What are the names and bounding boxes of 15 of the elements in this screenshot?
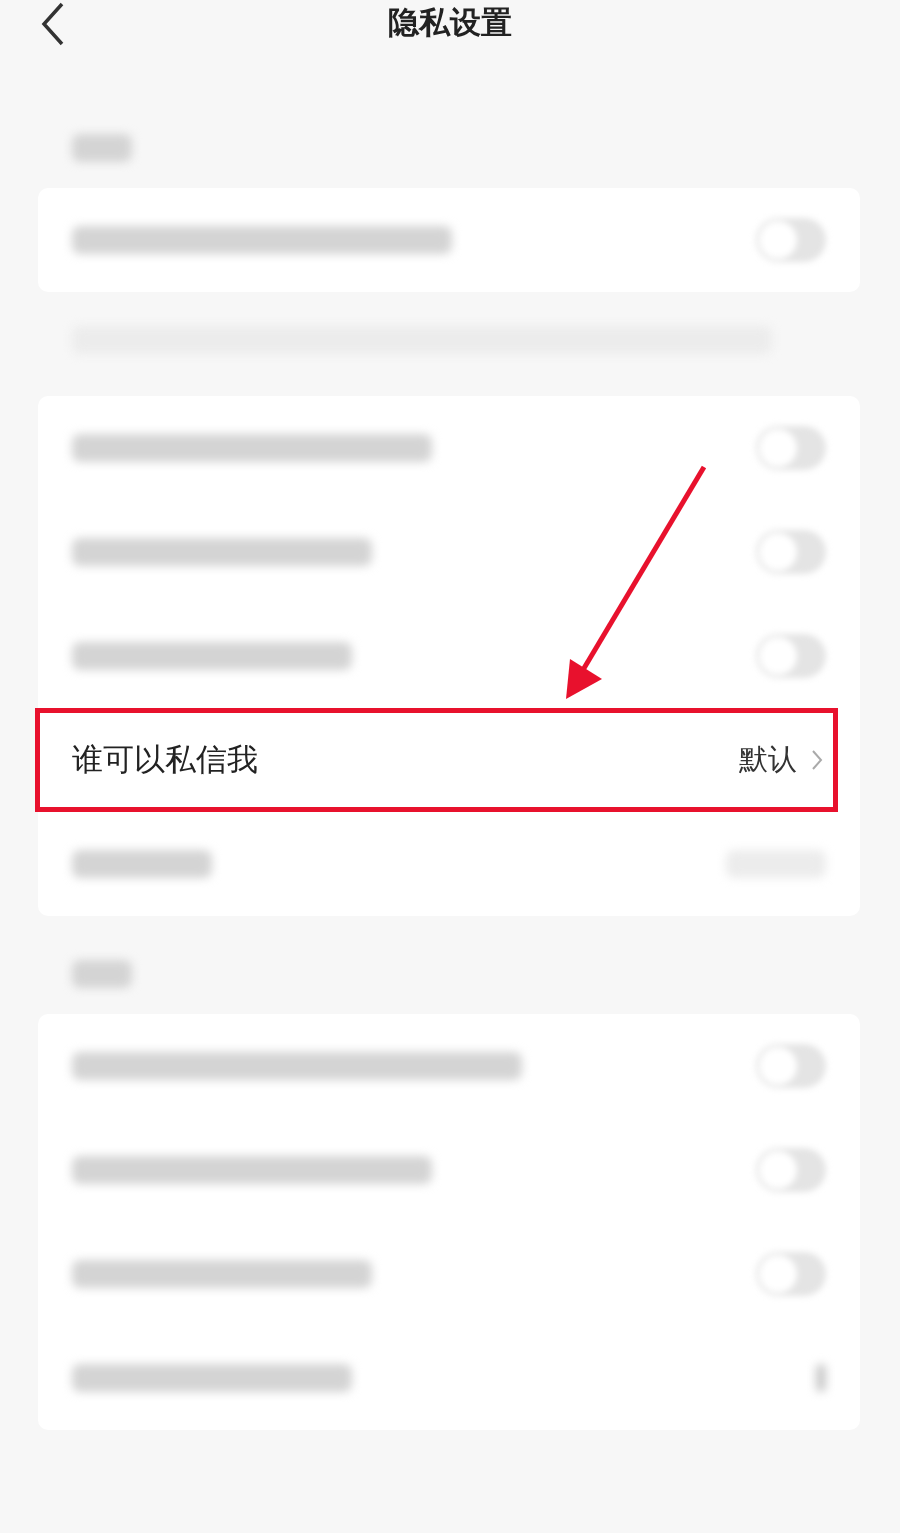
toggle-switch[interactable]	[756, 1252, 826, 1296]
toggle-switch[interactable]	[756, 530, 826, 574]
toggle-switch[interactable]	[756, 1044, 826, 1088]
toggle-switch[interactable]	[756, 1148, 826, 1192]
page-title: 隐私设置	[388, 3, 512, 42]
toggle-switch[interactable]	[756, 426, 826, 470]
row-value: 默认	[739, 741, 797, 778]
row-label: 谁可以私信我	[72, 740, 258, 779]
back-icon[interactable]	[40, 2, 66, 46]
blurred-chevron	[816, 1364, 826, 1392]
chevron-icon	[811, 749, 823, 771]
blurred-text	[72, 960, 132, 988]
toggle-switch[interactable]	[756, 634, 826, 678]
toggle-switch[interactable]	[756, 218, 826, 262]
blurred-text	[72, 134, 132, 162]
